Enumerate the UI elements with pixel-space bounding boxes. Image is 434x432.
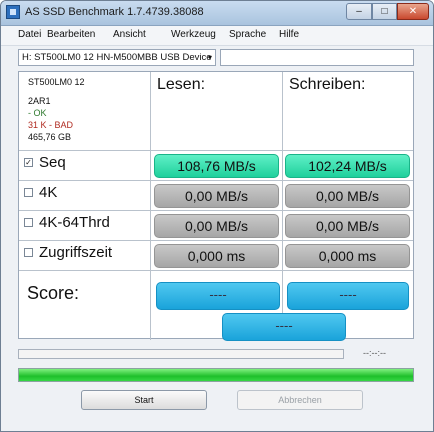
- divider: [19, 270, 413, 271]
- menu-datei[interactable]: Datei: [18, 29, 41, 40]
- window-title: AS SSD Benchmark 1.7.4739.38088: [25, 6, 204, 18]
- menu-ansicht[interactable]: Ansicht: [113, 29, 146, 40]
- drive-firmware: 2AR1: [28, 96, 51, 106]
- app-window: AS SSD Benchmark 1.7.4739.38088 – □ ✕ Da…: [0, 0, 434, 432]
- seq-label: Seq: [39, 154, 66, 171]
- close-button[interactable]: ✕: [397, 3, 429, 20]
- divider: [19, 150, 413, 151]
- abort-button[interactable]: Abbrechen: [237, 390, 363, 410]
- 4k64-write-result: 0,00 MB/s: [285, 214, 410, 238]
- seq-write-result: 102,24 MB/s: [285, 154, 410, 178]
- access-write-result: 0,000 ms: [285, 244, 410, 268]
- menu-werkzeug[interactable]: Werkzeug: [171, 29, 216, 40]
- 4k-write-result: 0,00 MB/s: [285, 184, 410, 208]
- status-ok: - OK: [28, 108, 47, 118]
- score-label: Score:: [27, 283, 80, 303]
- total-score: ----: [222, 313, 346, 341]
- drive-size: 465,76 GB: [28, 132, 72, 142]
- drive-model: ST500LM0 12: [28, 77, 85, 87]
- menu-bearbeiten[interactable]: Bearbeiten: [47, 29, 95, 40]
- divider: [19, 180, 413, 181]
- status-bad: 31 K - BAD: [28, 120, 74, 130]
- minimize-button[interactable]: –: [346, 3, 372, 20]
- 4k-checkbox[interactable]: [24, 188, 33, 197]
- 4k64-checkbox[interactable]: [24, 218, 33, 227]
- overall-progress-fill: [19, 369, 413, 381]
- divider: [150, 72, 151, 340]
- write-column-header: Schreiben:: [289, 76, 366, 93]
- test-progress-bar: [18, 349, 344, 359]
- access-time-label: Zugriffszeit: [39, 244, 113, 261]
- 4k-label: 4K: [39, 184, 58, 201]
- access-time-checkbox[interactable]: [24, 248, 33, 257]
- info-field: [220, 49, 414, 66]
- 4k-read-result: 0,00 MB/s: [154, 184, 279, 208]
- maximize-button[interactable]: □: [372, 3, 397, 20]
- disk-icon: [6, 5, 20, 19]
- menu-sprache[interactable]: Sprache: [229, 29, 266, 40]
- drive-select[interactable]: H: ST500LM0 12 HN-M500MBB USB Device ▾: [18, 49, 216, 66]
- drive-select-value: H: ST500LM0 12 HN-M500MBB USB Device: [22, 52, 212, 63]
- divider: [282, 72, 283, 340]
- start-button[interactable]: Start: [81, 390, 207, 410]
- read-column-header: Lesen:: [157, 76, 206, 93]
- menu-hilfe[interactable]: Hilfe: [279, 29, 299, 40]
- access-read-result: 0,000 ms: [154, 244, 279, 268]
- time-readout: --:--:--: [363, 348, 386, 358]
- divider: [19, 240, 413, 241]
- title-bar[interactable]: AS SSD Benchmark 1.7.4739.38088 – □ ✕: [1, 1, 433, 26]
- divider: [19, 210, 413, 211]
- results-panel: ST500LM0 12 2AR1 - OK 31 K - BAD 465,76 …: [18, 71, 414, 341]
- seq-read-result: 108,76 MB/s: [154, 154, 279, 178]
- read-score: ----: [156, 282, 280, 310]
- overall-progress-bar: [18, 368, 414, 382]
- seq-checkbox[interactable]: ✓: [24, 158, 33, 167]
- 4k64-read-result: 0,00 MB/s: [154, 214, 279, 238]
- chevron-down-icon[interactable]: ▾: [208, 50, 212, 65]
- 4k64-label: 4K-64Thrd: [39, 214, 110, 231]
- write-score: ----: [287, 282, 409, 310]
- menu-bar: Datei Bearbeiten Ansicht Werkzeug Sprach…: [1, 26, 433, 46]
